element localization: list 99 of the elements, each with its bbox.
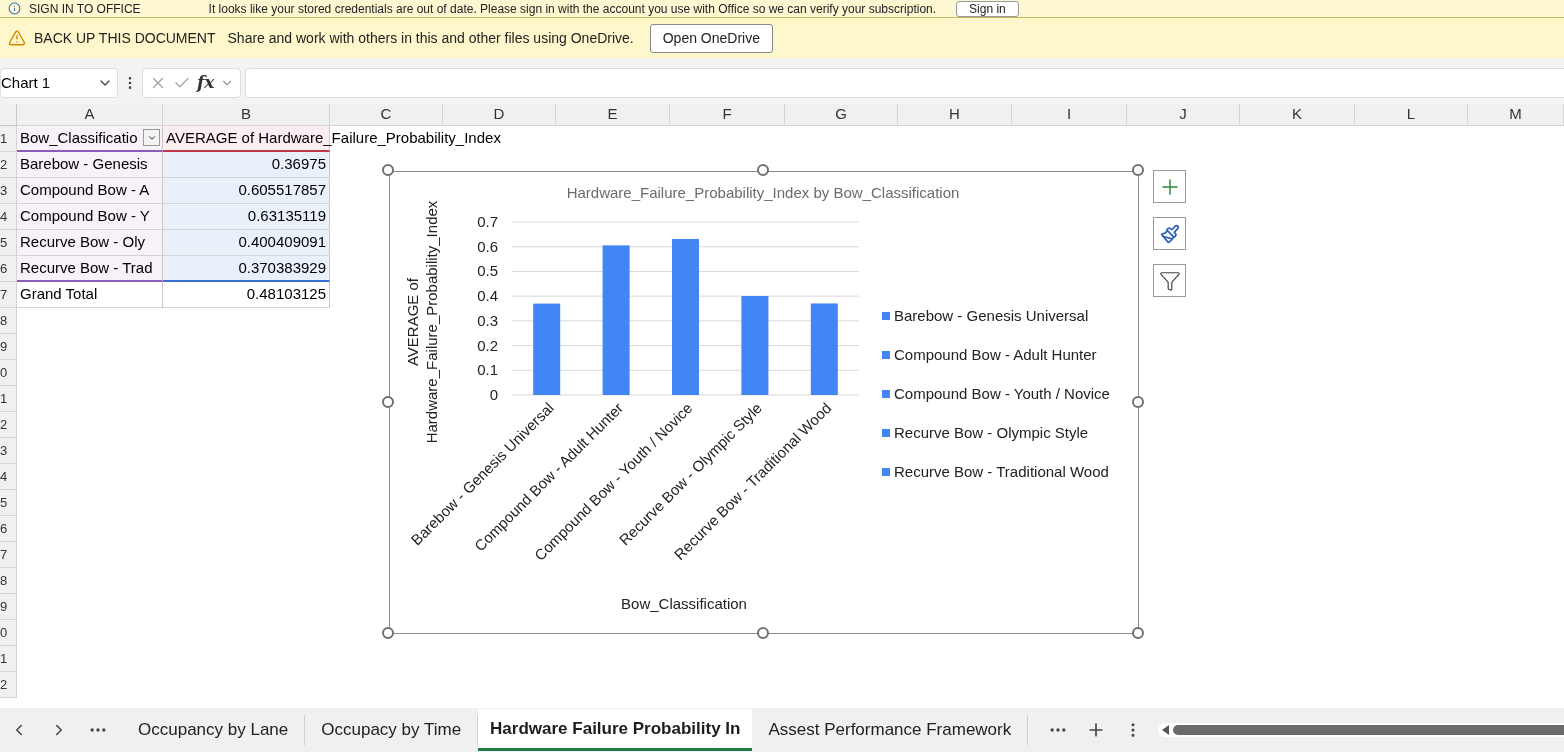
value-cell-text: 0.400409091 — [238, 232, 326, 253]
row-header[interactable]: 1 — [0, 646, 17, 672]
pivot-header: Bow_Classificatio — [20, 127, 138, 148]
value-cell-text: 0.370383929 — [238, 257, 326, 278]
sheet-tab[interactable]: Hardware Failure Probability In — [478, 709, 753, 751]
y-tick-label: 0 — [489, 386, 498, 403]
row-header[interactable]: 1 — [0, 126, 17, 152]
legend-label: Recurve Bow - Traditional Wood — [894, 462, 1109, 481]
row-label: Recurve Bow - Trad — [20, 257, 153, 278]
info-icon — [8, 2, 21, 15]
y-tick-label: 0.7 — [477, 213, 498, 230]
column-header[interactable]: B — [163, 104, 330, 126]
row-label: Recurve Bow - Oly — [20, 232, 146, 253]
column-header[interactable]: M — [1468, 104, 1564, 126]
brush-icon — [1159, 223, 1180, 244]
resize-handle[interactable] — [382, 627, 394, 639]
column-header[interactable]: K — [1240, 104, 1355, 126]
resize-handle[interactable] — [757, 164, 769, 176]
resize-handle[interactable] — [382, 395, 394, 408]
value-cell-text: 0.36975 — [271, 154, 326, 175]
y-axis-title: AVERAGE of Hardware_Failure_Probability_Index — [404, 200, 440, 444]
row-header[interactable]: 5 — [0, 490, 17, 516]
legend-label: Compound Bow - Youth / Novice — [894, 384, 1110, 403]
resize-handle[interactable] — [1132, 627, 1144, 639]
row-header[interactable]: 9 — [0, 334, 17, 360]
row-header[interactable]: 2 — [0, 412, 17, 438]
resize-handle[interactable] — [382, 164, 394, 176]
row-label: Compound Bow - A — [20, 180, 150, 201]
legend-swatch-icon — [882, 429, 890, 437]
y-tick-label: 0.4 — [477, 287, 498, 305]
notification-message: Share and work with others in this and other files using OneDrive. — [227, 28, 634, 48]
row-header[interactable]: 2 — [0, 672, 17, 698]
sheet-tab[interactable]: Occupancy by Lane — [122, 715, 306, 745]
row-header[interactable]: 9 — [0, 594, 17, 620]
notification-button[interactable]: Sign in — [956, 0, 1019, 17]
chart-frame[interactable] — [389, 171, 1139, 634]
row-header[interactable]: 0 — [0, 360, 17, 386]
column-header[interactable]: H — [898, 104, 1012, 126]
row-header[interactable]: 8 — [0, 308, 17, 334]
legend-swatch-icon — [882, 390, 890, 398]
chart-filters-button[interactable] — [1153, 264, 1186, 297]
sheet-tab[interactable]: Assest Performance Framework — [752, 715, 1029, 745]
y-tick-label: 0.5 — [477, 262, 498, 280]
x-axis-title: Bow_Classification — [621, 595, 747, 612]
column-header[interactable]: F — [670, 104, 785, 126]
row-label: Compound Bow - Y — [20, 206, 150, 227]
row-header[interactable]: 7 — [0, 282, 17, 308]
legend-swatch-icon — [882, 351, 890, 359]
row-header[interactable]: 4 — [0, 464, 17, 490]
row-header[interactable]: 4 — [0, 204, 17, 230]
value-cell-text: 0.605517857 — [238, 180, 326, 201]
scrollbar-thumb[interactable] — [1173, 725, 1564, 735]
pivot-header: AVERAGE of Hardware_Failure_Probability_Index — [166, 127, 501, 148]
row-header[interactable]: 5 — [0, 230, 17, 256]
row-header[interactable]: 2 — [0, 152, 17, 178]
formula-input[interactable] — [245, 68, 1564, 98]
y-tick-label: 0.3 — [477, 311, 498, 329]
column-header[interactable]: G — [785, 104, 898, 126]
row-label: Grand Total — [20, 284, 98, 305]
notification-message: It looks like your stored credentials are out of date. Please sign in with the account you use with Office so we can verify your subscription. — [208, 0, 937, 18]
chart-styles-button[interactable] — [1153, 217, 1186, 250]
row-header[interactable]: 7 — [0, 542, 17, 568]
name-box[interactable]: Chart 1 — [0, 68, 118, 98]
column-header[interactable]: D — [443, 104, 556, 126]
row-label: Barebow - Genesis — [20, 154, 148, 175]
legend-swatch-icon — [882, 468, 890, 476]
column-header[interactable]: A — [17, 104, 163, 126]
notification-button[interactable]: Open OneDrive — [649, 23, 773, 53]
legend-label: Barebow - Genesis Universal — [894, 306, 1089, 325]
row-header[interactable]: 1 — [0, 386, 17, 412]
warning-icon — [8, 29, 26, 47]
filter-dropdown-button[interactable] — [143, 129, 160, 146]
notification-title: BACK UP THIS DOCUMENT — [34, 28, 216, 48]
row-header[interactable]: 6 — [0, 516, 17, 542]
value-cell-text: 0.48103125 — [246, 284, 326, 305]
legend-label: Recurve Bow - Olympic Style — [894, 423, 1089, 442]
row-header[interactable]: 8 — [0, 568, 17, 594]
value-cell-text: 0.63135119 — [247, 206, 326, 227]
filter-icon — [1158, 269, 1181, 292]
y-tick-label: 0.6 — [477, 237, 498, 255]
row-header[interactable]: 3 — [0, 178, 17, 204]
row-header[interactable]: 3 — [0, 438, 17, 464]
legend-label: Compound Bow - Adult Hunter — [894, 345, 1097, 364]
column-header[interactable]: I — [1012, 104, 1127, 126]
add-chart-element-button[interactable] — [1153, 170, 1186, 203]
y-tick-label: 0.1 — [477, 361, 498, 379]
row-header[interactable]: 0 — [0, 620, 17, 646]
horizontal-scrollbar[interactable] — [1158, 723, 1564, 737]
resize-handle[interactable] — [1132, 164, 1144, 176]
column-header[interactable]: C — [330, 104, 443, 126]
column-header[interactable]: J — [1127, 104, 1240, 126]
insert-function-button[interactable]: fx — [197, 70, 215, 96]
column-header[interactable]: L — [1355, 104, 1468, 126]
y-tick-label: 0.2 — [477, 336, 498, 354]
notification-title: SIGN IN TO OFFICE — [29, 0, 141, 18]
legend-swatch-icon — [882, 312, 890, 320]
chart-title: Hardware_Failure_Probability_Index by Bow_Classification — [566, 184, 960, 201]
column-header[interactable]: E — [556, 104, 670, 126]
row-header[interactable]: 6 — [0, 256, 17, 282]
